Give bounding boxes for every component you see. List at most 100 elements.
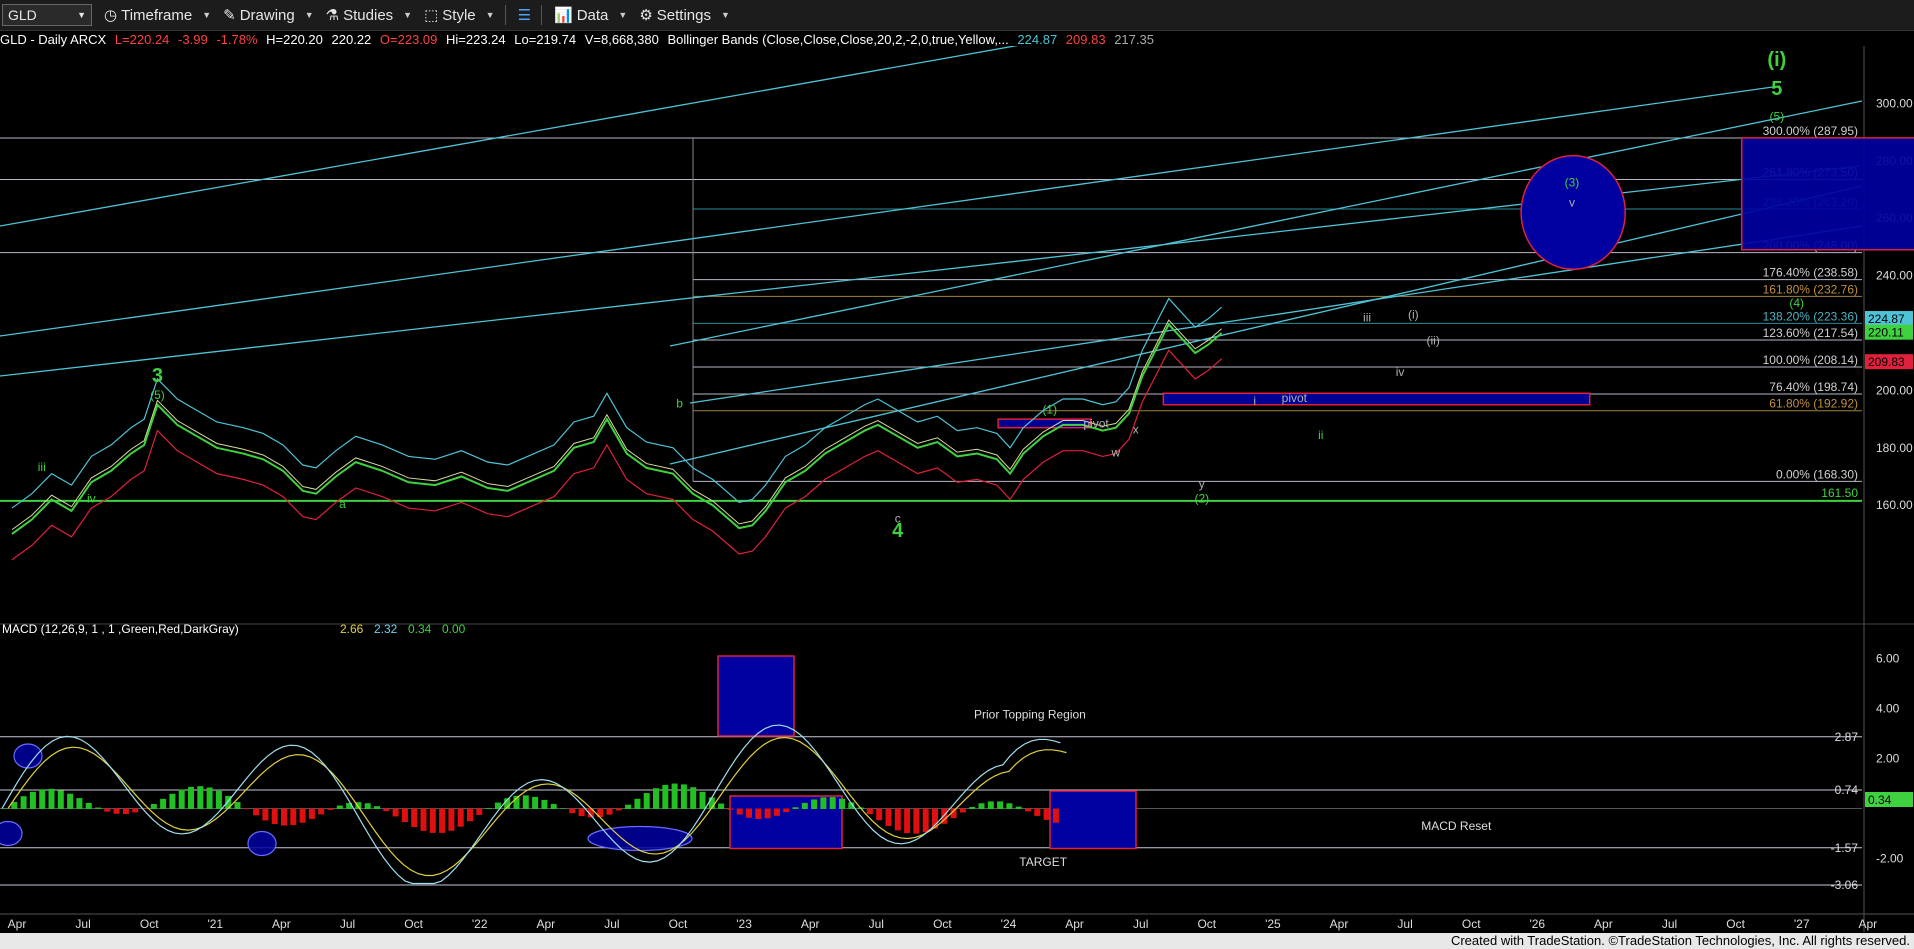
macd-histogram-bar — [448, 808, 455, 831]
macd-histogram-bar — [1015, 806, 1022, 809]
wave-label: (1) — [1042, 402, 1057, 416]
fib-level-label: 76.40% (198.74) — [1769, 380, 1858, 394]
style-label: Style — [442, 6, 476, 24]
macd-histogram-bar — [699, 791, 706, 809]
x-tick-label: Apr — [1858, 917, 1877, 931]
y-tick-label: 160.00 — [1876, 498, 1913, 512]
timeframe-button[interactable]: ◷ Timeframe ▼ — [104, 6, 212, 25]
macd-histogram-bar — [904, 808, 911, 834]
macd-legend-value: 2.32 — [374, 622, 398, 636]
x-tick-label: Oct — [140, 917, 159, 931]
macd-histogram-bar — [615, 808, 622, 811]
support-label: 161.50 — [1821, 486, 1858, 500]
low-price: Lo=219.74 — [514, 32, 577, 47]
x-tick-label: Jul — [869, 917, 884, 931]
macd-histogram-bar — [885, 808, 892, 826]
wave-label: iii — [1363, 311, 1371, 325]
price-badge-label: 220.11 — [1868, 326, 1904, 340]
layout-button[interactable]: ☰ — [518, 6, 531, 24]
x-tick-label: '25 — [1265, 917, 1281, 931]
wave-label: (5) — [1770, 110, 1785, 124]
macd-histogram-bar — [532, 796, 539, 809]
chevron-down-icon: ▼ — [403, 10, 413, 20]
wave-label: pivot — [1282, 391, 1308, 405]
macd-histogram-bar — [457, 808, 464, 827]
x-tick-label: Jul — [340, 917, 355, 931]
trend-channel-line — [669, 185, 1863, 465]
studies-button[interactable]: ⚗ Studies ▼ — [325, 6, 413, 25]
settings-button[interactable]: ⚙ Settings ▼ — [639, 6, 730, 25]
x-tick-label: Oct — [1726, 917, 1745, 931]
macd-histogram-bar — [578, 808, 585, 817]
macd-histogram-bar — [150, 804, 157, 809]
x-tick-label: '23 — [736, 917, 752, 931]
macd-histogram-bar — [894, 808, 901, 831]
x-tick-label: Oct — [669, 917, 688, 931]
macd-histogram-bar — [643, 793, 650, 809]
bollinger-lower-line — [11, 349, 1223, 561]
macd-reset-box — [1049, 790, 1137, 850]
symbol-selector[interactable]: GLD ▼ — [2, 4, 92, 26]
drawing-button[interactable]: ✎ Drawing ▼ — [223, 6, 314, 25]
wave-label: iii — [38, 460, 46, 474]
x-tick-label: '21 — [207, 917, 223, 931]
macd-histogram-bar — [299, 808, 306, 823]
flask-icon: ⚗ — [325, 7, 340, 24]
macd-histogram-bar — [392, 808, 399, 817]
style-button[interactable]: ⬚ Style ▼ — [424, 6, 494, 25]
macd-histogram-bar — [1034, 808, 1041, 816]
drawing-label: Drawing — [239, 6, 295, 24]
macd-histogram-bar — [541, 799, 548, 809]
macd-histogram-bar — [671, 783, 678, 809]
macd-histogram-bar — [736, 808, 743, 815]
layout-icon: ☰ — [517, 7, 532, 24]
macd-histogram-bar — [922, 808, 929, 833]
x-tick-label: Apr — [272, 917, 291, 931]
data-label: Data — [576, 6, 609, 24]
wave-label: 3 — [152, 365, 163, 387]
macd-level-label: -1.57 — [1831, 841, 1859, 855]
price-badge-label: 209.83 — [1868, 355, 1905, 369]
macd-histogram-bar — [820, 797, 827, 809]
fib-level-label: 123.60% (217.54) — [1763, 326, 1858, 340]
x-tick-label: Oct — [1462, 917, 1481, 931]
data-button[interactable]: 📊 Data ▼ — [554, 6, 627, 25]
macd-y-tick: -2.00 — [1876, 852, 1904, 866]
macd-legend-value: 0.34 — [408, 622, 432, 636]
macd-histogram-bar — [318, 808, 325, 815]
fib-level-label: 0.00% (168.30) — [1776, 467, 1858, 481]
y-tick-label: 240.00 — [1876, 269, 1913, 283]
macd-histogram-bar — [401, 808, 408, 823]
macd-histogram-bar — [364, 803, 371, 809]
wave-label: (5) — [150, 388, 165, 402]
macd-histogram-bar — [374, 806, 380, 809]
wave-label: y — [1199, 477, 1205, 491]
bollinger-mid: 217.35 — [1114, 32, 1154, 47]
macd-note: TARGET — [1019, 855, 1067, 869]
macd-histogram-bar — [1006, 803, 1013, 809]
macd-histogram-bar — [439, 808, 446, 833]
x-tick-label: '27 — [1794, 917, 1810, 931]
wave-label: (ii) — [1426, 333, 1439, 347]
wave-label: iv — [1396, 365, 1405, 379]
macd-histogram-bar — [262, 808, 269, 821]
high-price: Hi=223.24 — [446, 32, 506, 47]
macd-target-ellipse — [13, 743, 43, 769]
pencil-icon: ✎ — [223, 7, 236, 24]
chevron-down-icon: ▼ — [202, 10, 212, 20]
macd-histogram-bar — [253, 808, 260, 816]
macd-histogram-bar — [978, 803, 985, 809]
macd-histogram-bar — [969, 806, 976, 809]
wave-label: pivot — [1083, 417, 1109, 431]
macd-histogram-bar — [327, 808, 334, 810]
wave-label: (i) — [1767, 49, 1786, 71]
macd-histogram-bar — [634, 798, 641, 809]
macd-histogram-bar — [485, 808, 492, 809]
ask-price: 220.22 — [331, 32, 372, 47]
timeframe-label: Timeframe — [121, 6, 193, 24]
price-chart[interactable]: 160.00180.00200.00220.00240.00260.00280.… — [0, 46, 1914, 932]
macd-histogram-bar — [625, 804, 632, 809]
fib-level-label: 61.80% (192.92) — [1769, 397, 1858, 411]
pct-change: -1.78% — [216, 32, 258, 47]
macd-y-tick: 2.00 — [1876, 752, 1900, 766]
